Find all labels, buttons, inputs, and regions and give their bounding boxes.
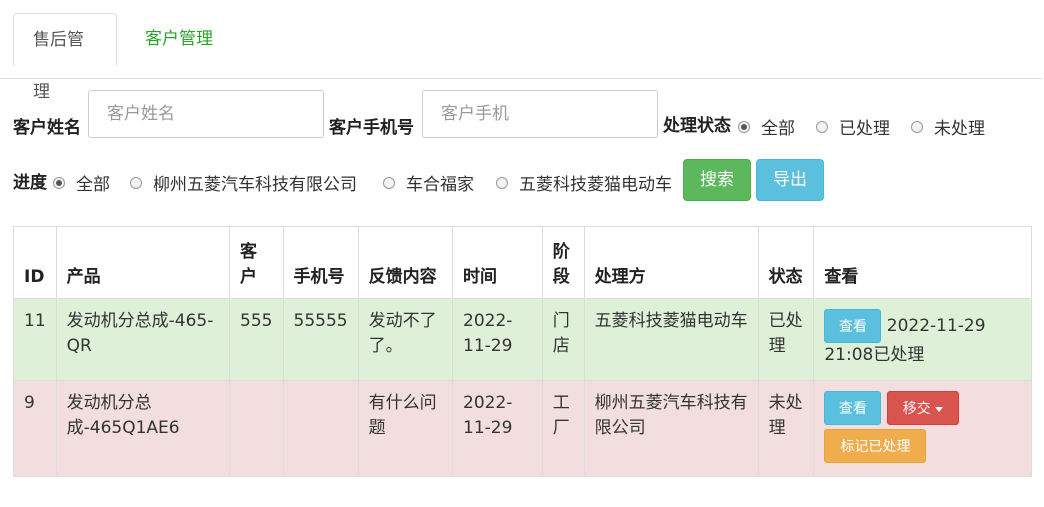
header-status: 状态	[757, 226, 815, 299]
table-header-row: ID 产品 客户 手机号 反馈内容 时间 阶段 处理方 状态 查看	[13, 226, 1032, 299]
radio-icon	[816, 120, 828, 133]
tab-bar: 售后管理 客户管理	[0, 0, 1042, 102]
cell-product: 发动机分总成-465-QR	[55, 298, 231, 381]
cell-handler: 柳州五菱汽车科技有限公司	[583, 380, 759, 477]
page-bottom	[0, 498, 1044, 507]
customer-phone-input[interactable]	[422, 90, 658, 138]
cell-feedback: 有什么问题	[357, 380, 454, 477]
progress-radio-chehefujia[interactable]: 车合福家	[383, 170, 474, 195]
transfer-dropdown-button[interactable]: 移交	[886, 391, 959, 425]
customer-name-label: 客户姓名	[13, 118, 81, 138]
cell-handler: 五菱科技菱猫电动车	[583, 298, 759, 381]
header-stage: 阶段	[541, 226, 585, 299]
radio-icon	[383, 176, 395, 189]
view-button[interactable]: 查看	[824, 391, 882, 425]
progress-radio-all[interactable]: 全部	[53, 170, 110, 195]
tab-customer-management[interactable]: 客户管理	[123, 13, 235, 77]
header-handler: 处理方	[583, 226, 759, 299]
cell-actions: 查看 2022-11-29 21:08已处理	[813, 298, 1032, 381]
progress-radio-lingmao[interactable]: 五菱科技菱猫电动车	[496, 170, 672, 195]
header-time: 时间	[452, 226, 543, 299]
cell-customer	[229, 380, 284, 477]
radio-icon	[130, 176, 142, 189]
cell-status: 未处理	[757, 380, 815, 477]
header-id: ID	[13, 226, 57, 299]
cell-stage: 门店	[541, 298, 585, 381]
cell-feedback: 发动不了了。	[357, 298, 454, 381]
cell-actions: 查看 移交 标记已处理	[813, 380, 1032, 477]
progress-radio-liuzhou-wuling[interactable]: 柳州五菱汽车科技有限公司	[130, 170, 357, 195]
status-radio-processed[interactable]: 已处理	[816, 114, 890, 139]
cell-time: 2022-11-29	[452, 380, 543, 477]
header-view: 查看	[813, 226, 1032, 299]
view-button[interactable]: 查看	[824, 309, 882, 343]
tab-after-sales[interactable]: 售后管理	[13, 13, 117, 102]
radio-icon	[496, 176, 508, 189]
status-radio-all[interactable]: 全部	[738, 114, 795, 139]
cell-time: 2022-11-29	[452, 298, 543, 381]
customer-name-input[interactable]	[88, 90, 324, 138]
table-row: 9 发动机分总成-465Q1AE6 有什么问题 2022-11-29 工厂 柳州…	[13, 380, 1032, 477]
mark-processed-button[interactable]: 标记已处理	[824, 429, 927, 463]
cell-id: 11	[13, 298, 57, 381]
progress-filter-label: 进度	[13, 173, 47, 193]
cell-phone: 55555	[282, 298, 359, 381]
radio-icon	[911, 120, 923, 133]
header-feedback: 反馈内容	[357, 226, 454, 299]
export-button[interactable]: 导出	[756, 159, 824, 201]
header-phone: 手机号	[282, 226, 359, 299]
header-customer: 客户	[229, 226, 284, 299]
radio-icon	[53, 176, 65, 189]
header-product: 产品	[55, 226, 231, 299]
cell-customer: 555	[229, 298, 284, 381]
status-filter-label: 处理状态	[663, 116, 731, 136]
feedback-table: ID 产品 客户 手机号 反馈内容 时间 阶段 处理方 状态 查看 11 发动机…	[13, 226, 1032, 477]
cell-phone	[282, 380, 359, 477]
cell-status: 已处理	[757, 298, 815, 381]
caret-down-icon	[934, 406, 943, 412]
cell-id: 9	[13, 380, 57, 477]
status-radio-unprocessed[interactable]: 未处理	[911, 114, 985, 139]
cell-product: 发动机分总成-465Q1AE6	[55, 380, 231, 477]
customer-phone-label: 客户手机号	[329, 118, 414, 138]
table-row: 11 发动机分总成-465-QR 555 55555 发动不了了。 2022-1…	[13, 298, 1032, 381]
search-button[interactable]: 搜索	[683, 159, 751, 201]
radio-icon	[738, 120, 750, 133]
cell-stage: 工厂	[541, 380, 585, 477]
